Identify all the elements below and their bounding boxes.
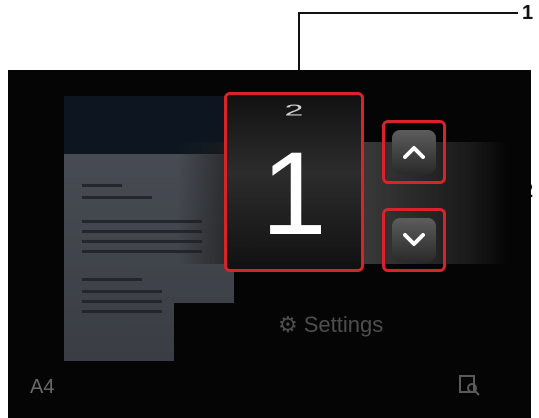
- down-button-highlight: [382, 208, 446, 272]
- settings-label: Settings: [303, 312, 384, 337]
- chevron-down-icon: [403, 233, 425, 246]
- paper-size-label: A4: [30, 376, 55, 398]
- document-text-line: [82, 310, 162, 313]
- document-text-line: [82, 184, 122, 187]
- settings-button[interactable]: ⚙ Settings: [278, 312, 383, 338]
- gear-icon: ⚙: [278, 312, 298, 337]
- up-arrow-button[interactable]: [392, 130, 436, 174]
- chevron-up-icon: [403, 146, 425, 159]
- device-screen: 2 1 ⚙ Settings A4: [8, 70, 531, 418]
- document-text-line: [82, 290, 162, 293]
- up-button-highlight: [382, 120, 446, 184]
- document-text-line: [82, 278, 142, 281]
- copies-value: 1: [261, 128, 327, 260]
- preview-icon[interactable]: [458, 374, 480, 396]
- down-arrow-button[interactable]: [392, 218, 436, 262]
- document-corner: [174, 303, 234, 361]
- document-text-line: [82, 300, 162, 303]
- document-text-line: [82, 196, 152, 199]
- callout-line-1-horizontal: [298, 12, 518, 14]
- copies-box[interactable]: 2 1: [224, 92, 364, 272]
- next-copies-value: 2: [284, 102, 304, 120]
- callout-number-1: 1: [522, 2, 534, 24]
